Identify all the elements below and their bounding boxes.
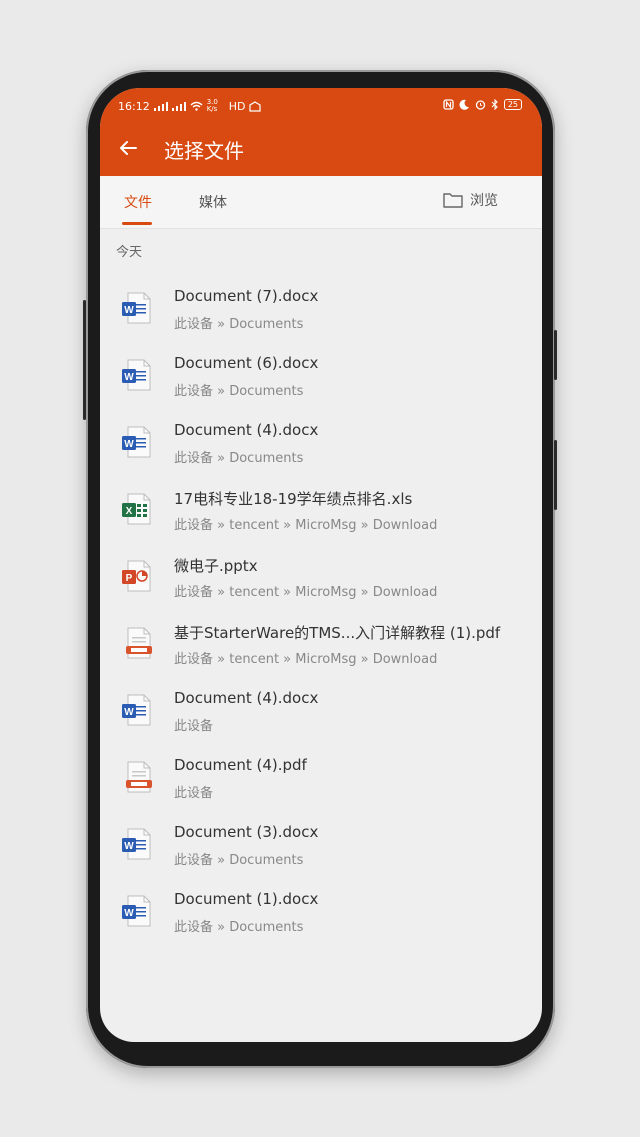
file-row[interactable]: W Document (6).docx 此设备 » Documents <box>100 345 542 412</box>
pdf-file-icon <box>126 627 152 659</box>
hd-badge: HD <box>228 99 246 113</box>
file-name: Document (1).docx <box>174 890 319 908</box>
file-path: 此设备 <box>174 719 214 734</box>
file-path: 此设备 » Documents <box>174 853 304 868</box>
svg-text:X: X <box>126 506 133 517</box>
tab-bar: 文件 媒体 浏览 <box>100 176 542 229</box>
header: 16:12 3.0 K/s HD 25 选择文件 <box>100 88 542 176</box>
tab-indicator <box>122 222 152 225</box>
screen: 16:12 3.0 K/s HD 25 选择文件 文件 媒体 浏览 今天 W D… <box>100 88 542 1042</box>
page-title: 选择文件 <box>164 139 244 163</box>
tab-media[interactable]: 媒体 <box>199 192 227 212</box>
alarm-icon <box>475 100 485 110</box>
file-path: 此设备 » Documents <box>174 317 304 332</box>
svg-text:W: W <box>124 372 134 383</box>
file-row[interactable]: W Document (4).docx 此设备 » Documents <box>100 412 542 479</box>
section-label-today: 今天 <box>116 245 143 260</box>
file-name: Document (4).pdf <box>174 756 307 774</box>
status-time: 16:12 <box>118 99 150 113</box>
file-row[interactable]: X 17电科专业18-19学年绩点排名.xls 此设备 » tencent » Mi… <box>100 479 542 546</box>
file-row[interactable]: Document (4).pdf 此设备 <box>100 747 542 814</box>
bluetooth-icon <box>491 99 498 110</box>
network-speed: 3.0 K/s <box>206 98 218 113</box>
file-path: 此设备 » Documents <box>174 384 304 399</box>
file-path: 此设备 » Documents <box>174 920 304 935</box>
word-file-icon: W <box>122 895 151 927</box>
wifi-icon <box>190 101 203 111</box>
file-name: Document (4).docx <box>174 421 319 439</box>
signal-icon-2 <box>171 101 186 111</box>
signal-icon <box>153 101 168 111</box>
word-file-icon: W <box>122 426 151 458</box>
browse-button[interactable]: 浏览 <box>442 190 498 210</box>
file-name: Document (6).docx <box>174 354 319 372</box>
file-row[interactable]: W Document (7).docx 此设备 » Documents <box>100 278 542 345</box>
moon-icon <box>459 99 469 110</box>
excel-file-icon: X <box>122 493 151 525</box>
svg-text:W: W <box>124 305 134 316</box>
pdf-file-icon <box>126 761 152 793</box>
word-file-icon: W <box>122 694 151 726</box>
file-path: 此设备 » Documents <box>174 451 304 466</box>
vpn-icon <box>249 100 262 112</box>
file-name: 17电科专业18-19学年绩点排名.xls <box>174 490 413 508</box>
file-row[interactable]: P 微电子.pptx 此设备 » tencent » MicroMsg » Down… <box>100 546 542 613</box>
file-name: Document (3).docx <box>174 823 319 841</box>
word-file-icon: W <box>122 828 151 860</box>
file-row[interactable]: W Document (3).docx 此设备 » Documents <box>100 814 542 881</box>
file-name: 微电子.pptx <box>174 557 258 575</box>
file-row[interactable]: 基于StarterWare的TMS...入门详解教程 (1).pdf 此设备 » … <box>100 613 542 680</box>
side-button <box>554 440 557 510</box>
file-path: 此设备 <box>174 786 214 801</box>
file-path: 此设备 » tencent » MicroMsg » Download <box>174 585 438 600</box>
volume-button <box>83 300 86 420</box>
word-file-icon: W <box>122 359 151 391</box>
svg-text:W: W <box>124 439 134 450</box>
file-name: Document (7).docx <box>174 287 319 305</box>
file-name: 基于StarterWare的TMS...入门详解教程 (1).pdf <box>174 624 501 642</box>
file-path: 此设备 » tencent » MicroMsg » Download <box>174 518 438 533</box>
file-row[interactable]: W Document (1).docx 此设备 » Documents <box>100 881 542 948</box>
back-arrow-icon[interactable] <box>116 136 140 160</box>
file-list: W Document (7).docx 此设备 » Documents W Docume… <box>100 278 542 948</box>
app-bar: 选择文件 <box>100 124 542 176</box>
file-path: 此设备 » tencent » MicroMsg » Download <box>174 652 438 667</box>
folder-icon <box>443 193 463 208</box>
ppt-file-icon: P <box>122 560 151 592</box>
svg-text:W: W <box>124 841 134 852</box>
tab-files[interactable]: 文件 <box>124 192 152 212</box>
svg-text:P: P <box>126 573 133 584</box>
status-bar: 16:12 3.0 K/s HD 25 <box>100 88 542 124</box>
power-button <box>554 330 557 380</box>
battery-icon: 25 <box>503 99 522 110</box>
browse-label: 浏览 <box>470 193 498 209</box>
svg-text:W: W <box>124 707 134 718</box>
file-row[interactable]: W Document (4).docx 此设备 <box>100 680 542 747</box>
file-name: Document (4).docx <box>174 689 319 707</box>
word-file-icon: W <box>122 292 151 324</box>
nfc-icon <box>443 99 454 110</box>
svg-text:W: W <box>124 908 134 919</box>
